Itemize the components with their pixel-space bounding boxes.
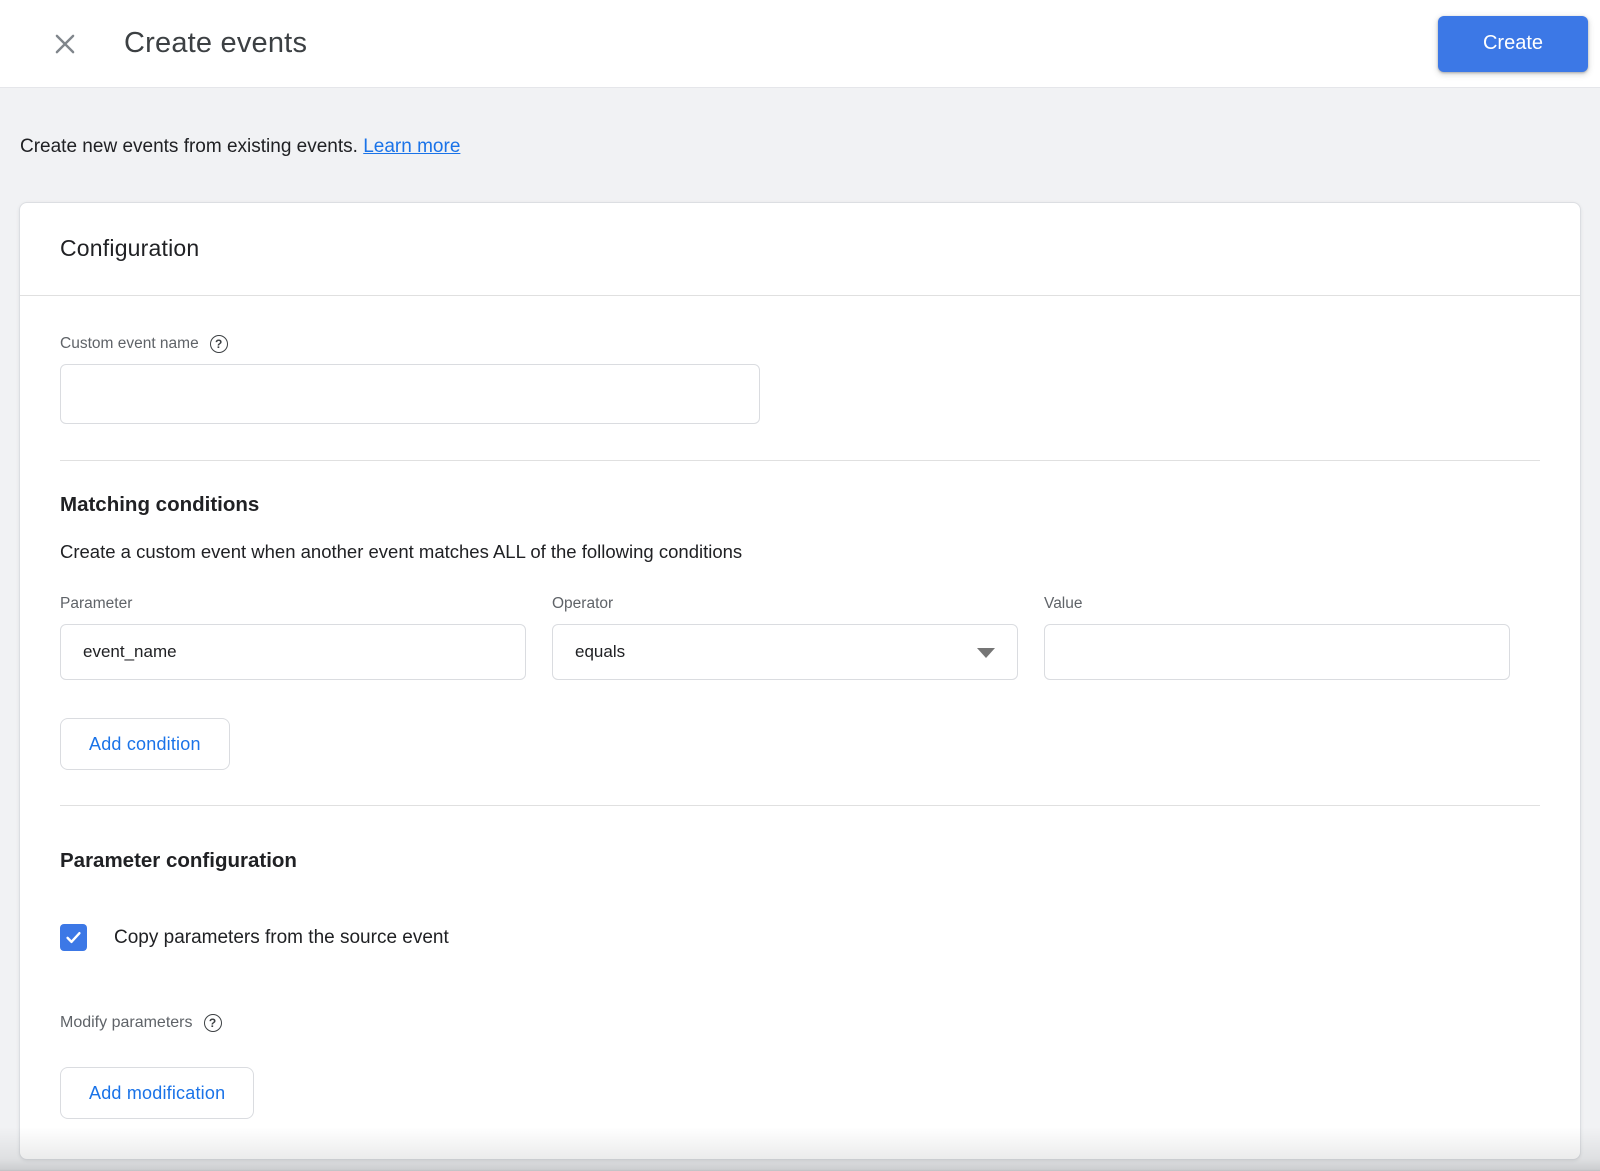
value-input[interactable]: [1044, 624, 1510, 680]
operator-column: Operator equals: [552, 594, 1018, 680]
add-modification-button[interactable]: Add modification: [60, 1067, 255, 1119]
learn-more-link[interactable]: Learn more: [363, 136, 460, 157]
parameter-configuration-section: Parameter configuration Copy parameters …: [20, 806, 1580, 1119]
matching-conditions-section: Matching conditions Create a custom even…: [20, 461, 1580, 805]
copy-parameters-checkbox[interactable]: [60, 924, 87, 951]
operator-label: Operator: [552, 595, 614, 612]
intro-text: Create new events from existing events. …: [0, 88, 1600, 160]
custom-event-name-label: Custom event name: [60, 335, 199, 352]
configuration-card: Configuration Custom event name ? Matchi…: [19, 202, 1581, 1160]
parameter-column: Parameter: [60, 594, 526, 680]
help-icon[interactable]: ?: [209, 335, 228, 353]
page-title: Create events: [124, 27, 308, 59]
parameter-configuration-title: Parameter configuration: [60, 849, 297, 872]
create-button[interactable]: Create: [1438, 15, 1588, 72]
custom-event-name-section: Custom event name ?: [20, 296, 1580, 460]
add-condition-button[interactable]: Add condition: [60, 718, 230, 770]
checkmark-icon: [66, 931, 81, 944]
top-bar: Create events Create: [0, 0, 1600, 88]
intro-description: Create new events from existing events.: [20, 136, 358, 157]
modify-parameters-label: Modify parameters: [60, 1014, 193, 1031]
card-header: Configuration: [20, 203, 1580, 295]
custom-event-name-input[interactable]: [60, 364, 760, 424]
custom-event-name-label-row: Custom event name ?: [60, 334, 1540, 354]
matching-conditions-description: Create a custom event when another event…: [60, 541, 743, 562]
chevron-down-icon: [977, 648, 995, 658]
copy-parameters-label: Copy parameters from the source event: [114, 926, 449, 948]
operator-select[interactable]: equals: [552, 624, 1018, 680]
parameter-input[interactable]: [60, 624, 526, 680]
value-label: Value: [1044, 595, 1083, 612]
copy-parameters-row: Copy parameters from the source event: [60, 924, 1540, 951]
close-button[interactable]: [48, 27, 82, 61]
operator-selected-value: equals: [575, 642, 626, 661]
matching-conditions-title: Matching conditions: [60, 493, 260, 516]
parameter-label: Parameter: [60, 595, 133, 612]
configuration-title: Configuration: [60, 235, 200, 261]
value-column: Value: [1044, 594, 1510, 680]
condition-row: Parameter Operator equals Value: [60, 594, 1540, 680]
modify-parameters-label-row: Modify parameters ?: [60, 1013, 1540, 1033]
close-icon: [55, 34, 75, 53]
help-icon[interactable]: ?: [203, 1014, 222, 1032]
